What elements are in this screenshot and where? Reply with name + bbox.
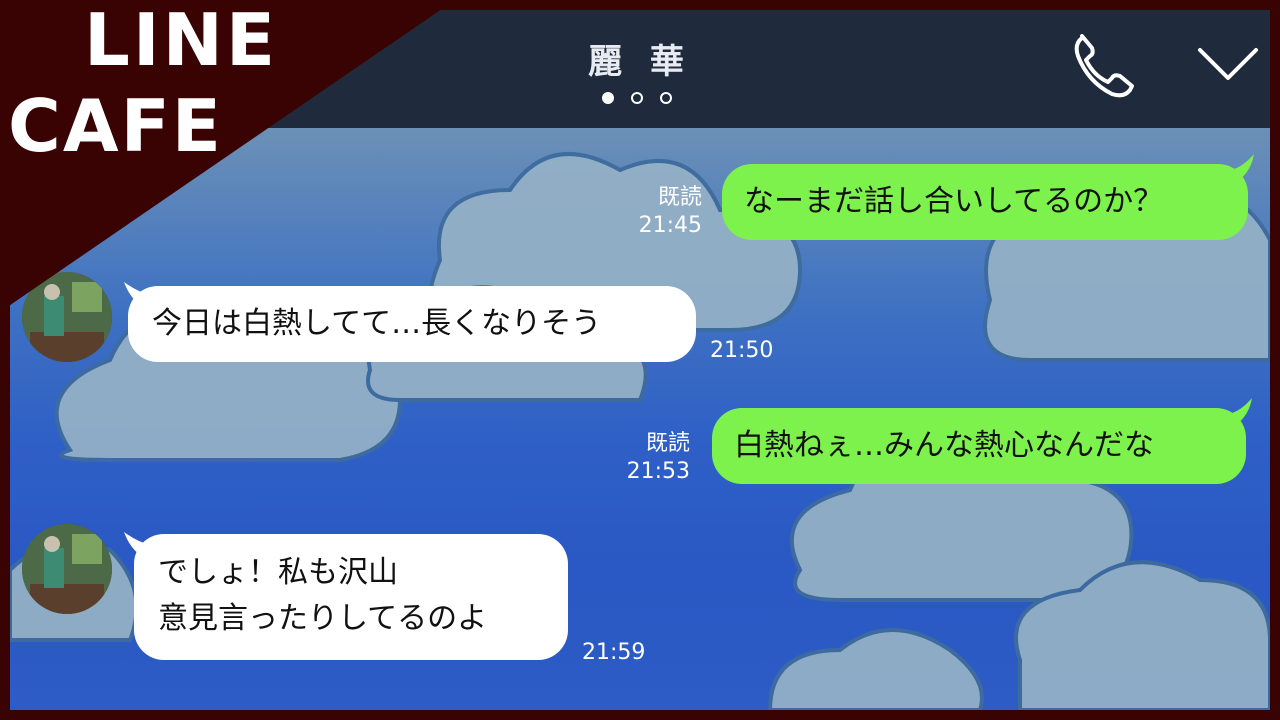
avatar[interactable] (22, 524, 112, 614)
message-text-line: 意見言ったりしてるのよ (158, 601, 488, 636)
chevron-down-icon[interactable] (1196, 40, 1260, 88)
page-dot[interactable] (602, 92, 614, 104)
page-dot[interactable] (631, 92, 643, 104)
outgoing-message[interactable]: なーまだ話し合いしてるのか？ (722, 164, 1248, 240)
bubble-tail (1230, 398, 1252, 428)
brand-line-text: LINE (84, 0, 279, 82)
read-receipt: 既読 (645, 431, 690, 456)
incoming-message[interactable]: でしょ！私も沢山 意見言ったりしてるのよ (134, 534, 568, 660)
message-text-line: でしょ！私も沢山 (158, 555, 398, 590)
message-meta: 既読 21:53 (598, 430, 690, 486)
phone-icon[interactable] (1068, 28, 1140, 100)
message-meta: 既読 21:45 (610, 184, 702, 240)
message-text: 白熱ねぇ…みんな熱心なんだな (734, 428, 1154, 463)
message-text: なーまだ話し合いしてるのか？ (744, 184, 1164, 219)
bubble-tail (1232, 154, 1254, 184)
page-indicator (602, 92, 672, 104)
message-time: 21:45 (638, 213, 702, 238)
message-time: 21:50 (710, 338, 774, 363)
message-time: 21:53 (626, 459, 690, 484)
chat-title: 麗 華 (588, 42, 692, 82)
read-receipt: 既読 (657, 185, 702, 210)
brand-cafe-text: CAFE (8, 84, 223, 168)
outgoing-message[interactable]: 白熱ねぇ…みんな熱心なんだな (712, 408, 1246, 484)
page-dot[interactable] (660, 92, 672, 104)
message-time: 21:59 (582, 640, 646, 665)
